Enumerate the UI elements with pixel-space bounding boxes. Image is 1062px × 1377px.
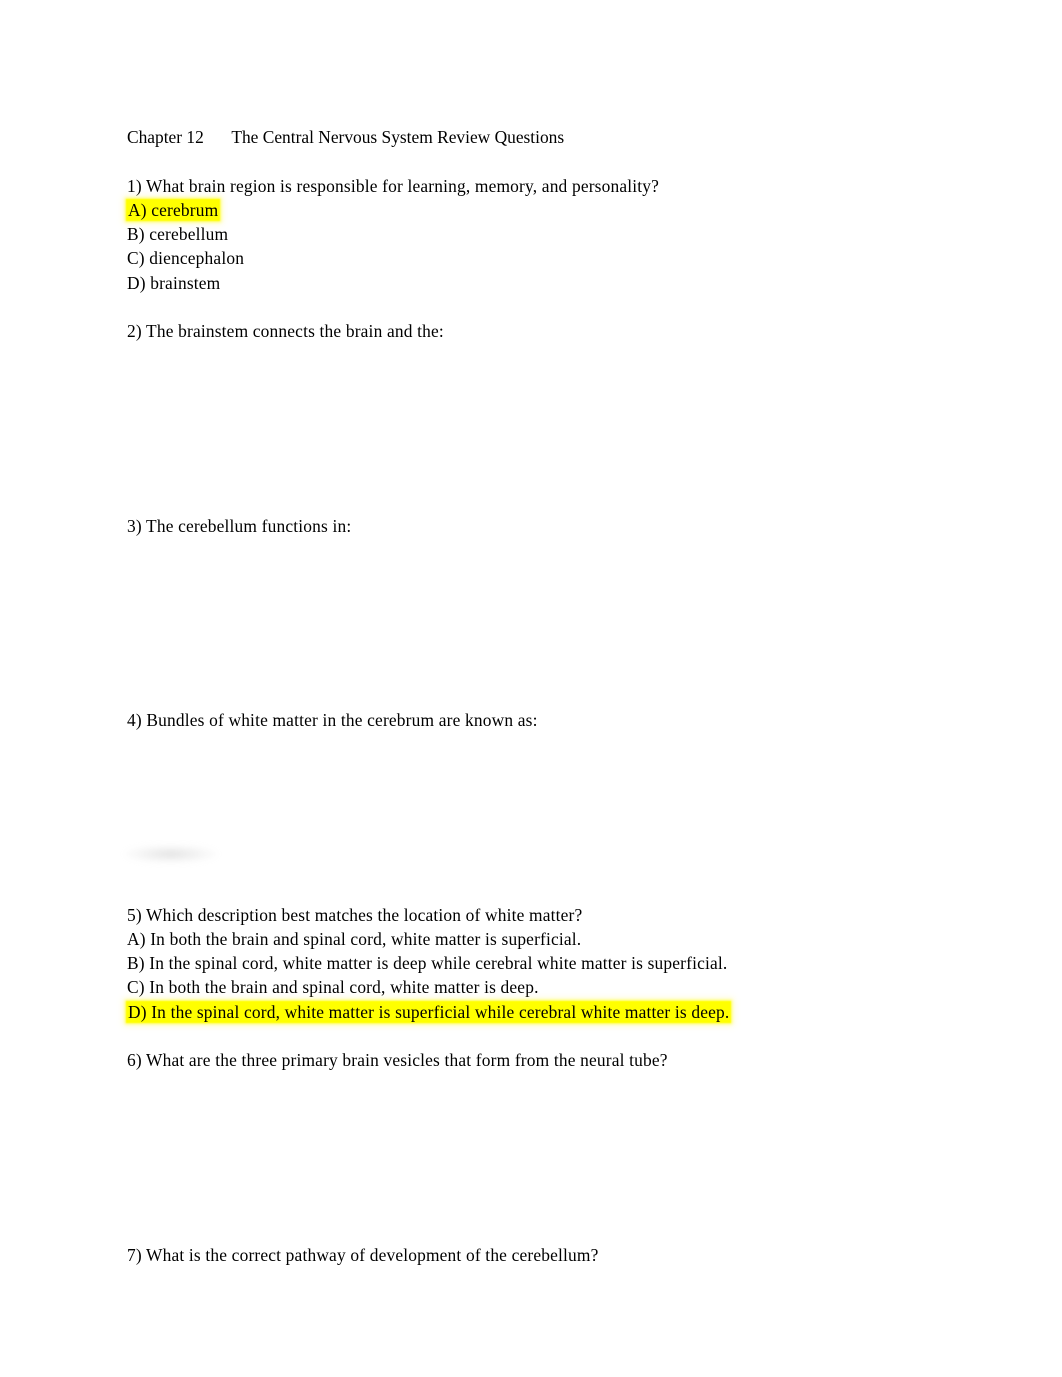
question-5-block: 5) Which description best matches the lo… [127, 903, 947, 1024]
question-5-option-a[interactable]: A) In both the brain and spinal cord, wh… [127, 927, 947, 951]
document-body: Chapter 12 The Central Nervous System Re… [127, 125, 947, 1340]
question-6-answer-space[interactable] [127, 1170, 947, 1194]
question-3-answer-space[interactable] [127, 587, 947, 611]
question-5-option-b[interactable]: B) In the spinal cord, white matter is d… [127, 951, 947, 975]
question-5-option-d[interactable]: D) In the spinal cord, white matter is s… [127, 1000, 947, 1024]
question-1-option-a[interactable]: A) cerebrum [127, 198, 947, 222]
question-2-answer-space[interactable] [127, 489, 947, 513]
question-5-option-d-text: D) In the spinal cord, white matter is s… [127, 1001, 731, 1022]
question-1-option-a-text: A) cerebrum [127, 199, 220, 220]
question-6-prompt: 6) What are the three primary brain vesi… [127, 1050, 668, 1071]
question-1-option-b[interactable]: B) cerebellum [127, 222, 947, 246]
question-3-answer-space[interactable] [127, 538, 947, 562]
question-6-answer-space[interactable] [127, 1097, 947, 1121]
question-4-answer-space[interactable] [127, 805, 947, 829]
question-1-option-c[interactable]: C) diencephalon [127, 246, 947, 270]
question-4-prompt: 4) Bundles of white matter in the cerebr… [127, 710, 538, 731]
question-6-answer-space[interactable] [127, 1194, 947, 1218]
question-7-answer-space[interactable] [127, 1267, 947, 1291]
question-3-answer-space[interactable] [127, 660, 947, 684]
question-6-answer-space[interactable] [127, 1145, 947, 1169]
question-2-answer-space[interactable] [127, 344, 947, 368]
question-6-answer-space[interactable] [127, 1218, 947, 1242]
question-1-block: 1) What brain region is responsible for … [127, 174, 947, 295]
question-5-option-c[interactable]: C) In both the brain and spinal cord, wh… [127, 975, 947, 999]
question-2-answer-space[interactable] [127, 465, 947, 489]
question-3-answer-space[interactable] [127, 611, 947, 635]
question-4-answer-space[interactable] [127, 854, 947, 878]
question-4-block: 4) Bundles of white matter in the cerebr… [127, 708, 947, 902]
question-3-prompt: 3) The cerebellum functions in: [127, 515, 352, 536]
question-1-option-d[interactable]: D) brainstem [127, 271, 947, 295]
question-7-answer-space[interactable] [127, 1316, 947, 1340]
question-7-block: 7) What is the correct pathway of develo… [127, 1243, 947, 1340]
question-5-prompt: 5) Which description best matches the lo… [127, 904, 583, 925]
question-2-block: 2) The brainstem connects the brain and … [127, 319, 947, 513]
question-2-answer-space[interactable] [127, 417, 947, 441]
question-6-block: 6) What are the three primary brain vesi… [127, 1048, 947, 1242]
question-3-block: 3) The cerebellum functions in: [127, 514, 947, 708]
question-2-answer-space[interactable] [127, 441, 947, 465]
question-3-answer-space[interactable] [127, 562, 947, 586]
document-page: Chapter 12 The Central Nervous System Re… [0, 0, 1062, 1377]
question-2-answer-space[interactable] [127, 368, 947, 392]
question-2-answer-space[interactable] [127, 392, 947, 416]
question-3-answer-space[interactable] [127, 635, 947, 659]
question-4-answer-space[interactable] [127, 781, 947, 805]
question-2-prompt: 2) The brainstem connects the brain and … [127, 321, 444, 342]
question-4-answer-space[interactable] [127, 830, 947, 854]
question-1-prompt: 1) What brain region is responsible for … [127, 175, 660, 196]
question-7-prompt: 7) What is the correct pathway of develo… [127, 1244, 599, 1265]
question-4-answer-space[interactable] [127, 757, 947, 781]
question-6-answer-space[interactable] [127, 1121, 947, 1145]
question-6-answer-space[interactable] [127, 1073, 947, 1097]
question-7-answer-space[interactable] [127, 1291, 947, 1315]
question-4-answer-space[interactable] [127, 732, 947, 756]
question-3-answer-space[interactable] [127, 684, 947, 708]
page-title: Chapter 12 The Central Nervous System Re… [127, 127, 565, 147]
question-4-answer-space[interactable] [127, 878, 947, 902]
